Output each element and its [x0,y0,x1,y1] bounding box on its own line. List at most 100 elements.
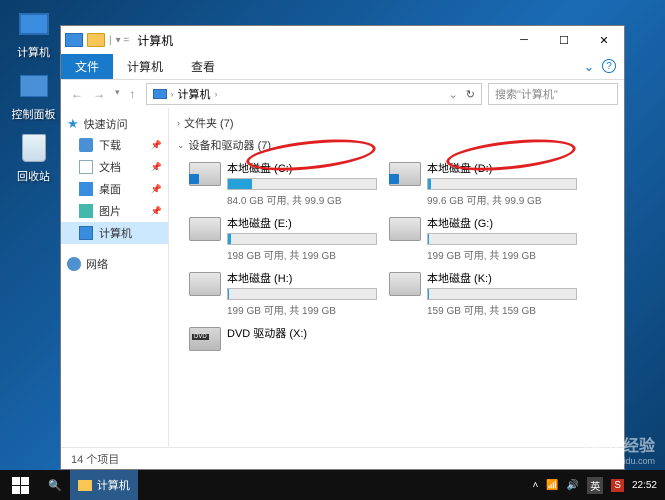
pc-icon [153,89,167,99]
group-folders[interactable]: ›文件夹 (7) [177,112,616,134]
drive-usage-text: 84.0 GB 可用, 共 99.9 GB [227,192,377,207]
nav-quick-access[interactable]: ★ 快速访问 [61,114,168,134]
pc-icon [79,226,93,240]
ribbon-expand-icon[interactable]: ⌄ [576,54,602,79]
nav-item-label: 图片 [99,203,121,219]
drive-name: 本地磁盘 (G:) [427,215,577,231]
nav-fwd-icon[interactable]: → [93,87,105,101]
star-icon: ★ [67,116,79,132]
drive-item[interactable]: 本地磁盘 (D:) 99.6 GB 可用, 共 99.9 GB [387,158,577,209]
drive-usage-text: 198 GB 可用, 共 199 GB [227,247,377,262]
tray-up-icon[interactable]: ˄ [533,480,539,491]
search-input[interactable]: 搜索"计算机" [488,83,618,105]
explorer-window: | ▾ = 计算机 ─ ☐ ✕ 文件 计算机 查看 ⌄ ? ← → ▾ ↑ › … [60,25,625,470]
desktop-icon [79,182,93,196]
tab-computer[interactable]: 计算机 [113,54,177,79]
nav-item-downloads[interactable]: 下载📌 [61,134,168,156]
download-icon [79,138,93,152]
nav-network[interactable]: 网络 [61,254,168,274]
refresh-icon[interactable]: ↻ [466,88,475,101]
drive-usage-text: 159 GB 可用, 共 159 GB [427,302,577,317]
address-dropdown-icon[interactable]: ⌄ [449,88,458,101]
drive-usage-text: 99.6 GB 可用, 共 99.9 GB [427,192,577,207]
pictures-icon [79,204,93,218]
tray-ime2[interactable]: S [611,479,624,492]
taskbar-search[interactable]: 🔍 [40,470,70,500]
pc-icon [65,33,83,47]
nav-item-computer[interactable]: 计算机 [61,222,168,244]
group-label: 设备和驱动器 (7) [189,137,272,153]
search-icon: 🔍 [48,479,62,492]
nav-hdr-label: 快速访问 [84,116,128,132]
document-icon [79,160,93,174]
nav-up-icon[interactable]: ↑ [130,87,136,101]
close-button[interactable]: ✕ [584,26,624,54]
drive-item[interactable]: 本地磁盘 (H:) 199 GB 可用, 共 199 GB [187,268,377,319]
pc-icon [16,6,52,42]
drive-name: 本地磁盘 (E:) [227,215,377,231]
drive-usage-bar [427,178,577,190]
desktop-icon-label: 回收站 [6,168,61,184]
qat-sep: | [109,35,112,46]
desktop-icon-label: 计算机 [6,44,61,60]
maximize-button[interactable]: ☐ [544,26,584,54]
nav-item-label: 桌面 [99,181,121,197]
pin-icon: 📌 [151,206,162,217]
nav-item-pictures[interactable]: 图片 📌 [61,200,168,222]
dvd-icon [189,327,221,351]
nav-item-label: 文档 [99,159,121,175]
tab-view[interactable]: 查看 [177,54,229,79]
drive-name: 本地磁盘 (K:) [427,270,577,286]
tray-network-icon[interactable]: 📶 [546,480,558,491]
help-icon[interactable]: ? [602,59,616,73]
folder-icon [78,480,92,491]
drive-name: DVD 驱动器 (X:) [227,325,375,341]
drive-icon [389,162,421,186]
titlebar[interactable]: | ▾ = 计算机 ─ ☐ ✕ [61,26,624,54]
tray-sound-icon[interactable]: 🔊 [567,480,579,491]
minimize-button[interactable]: ─ [504,26,544,54]
drive-item[interactable]: 本地磁盘 (G:) 199 GB 可用, 共 199 GB [387,213,577,264]
desktop-icon-recyclebin[interactable]: 回收站 [6,130,61,184]
drive-item[interactable]: 本地磁盘 (E:) 198 GB 可用, 共 199 GB [187,213,377,264]
start-button[interactable] [0,470,40,500]
content-pane: ›文件夹 (7) ⌄ 设备和驱动器 (7) 本地磁盘 (C:) 84.0 GB 可… [169,108,624,447]
breadcrumb[interactable]: 计算机 [178,86,211,102]
qat-dropdown[interactable]: ▾ = [116,35,130,46]
drive-usage-bar [427,288,577,300]
drive-usage-bar [227,178,377,190]
taskbar-app-label: 计算机 [97,477,130,493]
group-drives[interactable]: ⌄ 设备和驱动器 (7) [177,134,616,156]
desktop-icon-controlpanel[interactable]: 控制面板 [6,68,61,122]
nav-hist-icon[interactable]: ▾ [115,87,120,101]
drive-icon [189,162,221,186]
group-label: 文件夹 (7) [184,115,234,131]
nav-item-documents[interactable]: 文档 📌 [61,156,168,178]
drive-icon [389,272,421,296]
drive-usage-text: 199 GB 可用, 共 199 GB [227,302,377,317]
nav-back-icon[interactable]: ← [71,87,83,101]
desktop-icon-computer[interactable]: 计算机 [6,6,61,60]
drive-item[interactable]: 本地磁盘 (C:) 84.0 GB 可用, 共 99.9 GB [187,158,377,209]
tab-file[interactable]: 文件 [61,54,113,79]
status-text: 14 个项目 [71,451,119,467]
taskbar: 🔍 计算机 ˄ 📶 🔊 英 S 22:52 [0,470,665,500]
drive-icon [189,217,221,241]
address-bar[interactable]: › 计算机 › ⌄ ↻ [146,83,482,105]
drive-item-dvd[interactable]: DVD 驱动器 (X:) [187,323,377,353]
nav-hdr-label: 网络 [86,256,108,272]
pin-icon: 📌 [151,140,162,151]
tray-clock[interactable]: 22:52 [632,480,657,491]
chevron-down-icon: ⌄ [177,140,185,151]
drive-item[interactable]: 本地磁盘 (K:) 159 GB 可用, 共 159 GB [387,268,577,319]
pin-icon: 📌 [151,162,162,173]
statusbar: 14 个项目 [61,447,624,469]
drive-usage-text: 199 GB 可用, 共 199 GB [427,247,577,262]
chevron-right-icon: › [215,89,218,99]
nav-item-desktop[interactable]: 桌面📌 [61,178,168,200]
tray-ime[interactable]: 英 [587,477,603,494]
taskbar-app-explorer[interactable]: 计算机 [70,470,138,500]
titlebar-icons: | ▾ = [65,33,129,47]
drive-usage-bar [227,288,377,300]
drive-name: 本地磁盘 (H:) [227,270,377,286]
